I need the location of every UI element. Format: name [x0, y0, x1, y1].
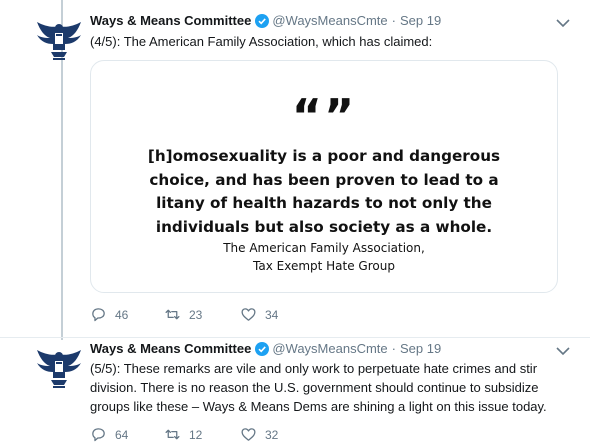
tweet-date[interactable]: Sep 19 — [400, 341, 441, 356]
retweet-icon — [165, 309, 180, 320]
heart-icon — [241, 308, 256, 321]
reply-icon — [92, 308, 105, 322]
like-count: 34 — [265, 307, 279, 322]
reply-button[interactable]: 64 — [90, 426, 164, 443]
tweet-text: (4/5): The American Family Association, … — [90, 34, 433, 49]
like-count: 32 — [265, 427, 279, 442]
verified-badge-icon — [255, 13, 270, 28]
separator: · — [391, 341, 396, 356]
quote-line: individuals but also society as a whole. — [155, 217, 493, 236]
tweet-text: (5/5): These remarks are vile and only w… — [90, 361, 547, 414]
tweet-date[interactable]: Sep 19 — [400, 13, 441, 28]
author-handle[interactable]: @WaysMeansCmte — [272, 341, 387, 356]
tweet-header: Ways & Means Committee @WaysMeansCmte · … — [90, 13, 441, 28]
chevron-down-icon[interactable] — [556, 18, 570, 28]
quote-attribution-subtitle: Tax Exempt Hate Group — [253, 259, 395, 273]
reply-icon — [92, 428, 105, 442]
quote-text: [h]omosexuality is a poor and dangerous … — [91, 145, 557, 239]
tweet[interactable]: Ways & Means Committee @WaysMeansCmte · … — [0, 338, 590, 447]
tweet-header: Ways & Means Committee @WaysMeansCmte · … — [90, 341, 441, 356]
separator: · — [391, 13, 396, 28]
retweet-count: 23 — [189, 307, 203, 322]
quote-attribution: The American Family Association, — [223, 241, 425, 255]
quote-line: [h]omosexuality is a poor and dangerous — [147, 147, 501, 165]
eagle-seal-icon[interactable] — [34, 344, 84, 392]
quote-line: choice, and has been proven to lead to a — [149, 170, 499, 189]
tweet[interactable]: Ways & Means Committee @WaysMeansCmte · … — [0, 0, 590, 338]
reply-button[interactable]: 46 — [90, 306, 164, 323]
author-handle[interactable]: @WaysMeansCmte — [272, 13, 387, 28]
retweet-button[interactable]: 12 — [164, 426, 240, 443]
tweet-actions: 46 23 34 — [90, 306, 278, 323]
verified-badge-icon — [255, 341, 270, 356]
quote-line: litany of health hazards to not only the — [156, 194, 492, 212]
retweet-icon — [165, 429, 180, 440]
quote-mark: “” — [291, 89, 357, 143]
reply-count: 64 — [115, 427, 129, 442]
author-name[interactable]: Ways & Means Committee — [90, 13, 251, 28]
author-name[interactable]: Ways & Means Committee — [90, 341, 251, 356]
heart-icon — [241, 428, 256, 441]
retweet-button[interactable]: 23 — [164, 306, 240, 323]
reply-count: 46 — [115, 307, 129, 322]
chevron-down-icon[interactable] — [556, 346, 570, 356]
like-button[interactable]: 34 — [240, 306, 278, 323]
quote-image-card[interactable]: “” [h]omosexuality is a poor and dangero… — [90, 60, 558, 293]
eagle-seal-icon[interactable] — [34, 16, 84, 64]
like-button[interactable]: 32 — [240, 426, 278, 443]
retweet-count: 12 — [189, 427, 203, 442]
tweet-actions: 64 12 32 — [90, 426, 278, 443]
